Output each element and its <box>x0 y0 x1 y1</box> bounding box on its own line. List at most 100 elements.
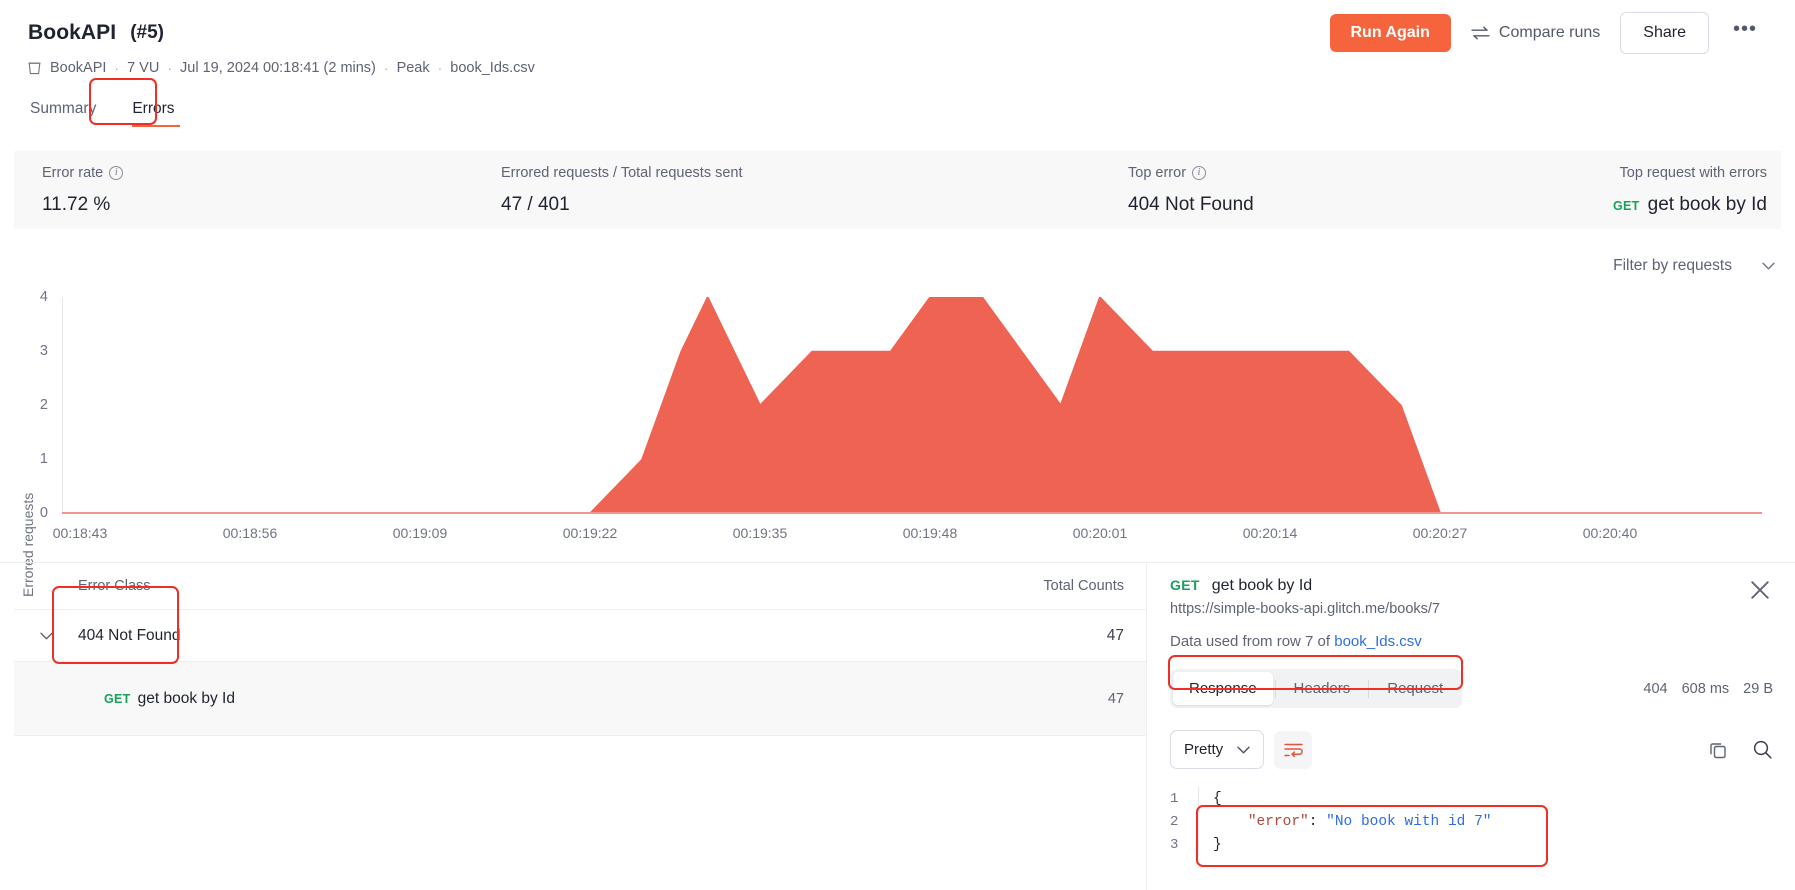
copy-icon[interactable] <box>1708 740 1728 760</box>
code-toolbar: Pretty <box>1170 730 1773 769</box>
meta-project: BookAPI <box>50 60 107 76</box>
format-select-value: Pretty <box>1184 741 1224 758</box>
meta-sep-2: · <box>167 60 173 76</box>
chart-y-tick: 0 <box>39 505 48 521</box>
tab-active-underline <box>132 124 181 127</box>
stat-error-rate-label-row: Error rate i <box>42 164 124 181</box>
page-header: BookAPI (#5) Run Again Compare runs Shar… <box>0 0 1795 128</box>
chart-x-tick: 00:20:14 <box>1242 525 1298 541</box>
detail-tab-row: Response Headers Request 404 608 ms 29 B <box>1170 669 1773 708</box>
format-select[interactable]: Pretty <box>1170 730 1265 769</box>
detail-request-url: https://simple-books-api.glitch.me/books… <box>1170 601 1440 617</box>
chart-x-tick: 00:19:22 <box>562 525 618 541</box>
table-row[interactable]: 404 Not Found 47 <box>14 610 1146 662</box>
stat-errored-requests: Errored requests / Total requests sent 4… <box>487 165 743 216</box>
meta-timestamp: Jul 19, 2024 00:18:41 (2 mins) <box>180 60 376 76</box>
chart-y-tick: 4 <box>39 289 48 305</box>
filter-by-requests-label: Filter by requests <box>1613 257 1732 274</box>
chart-plot-area: Errored requests 4 3 2 1 0 00:18:43 00:1… <box>0 289 1795 597</box>
request-detail-pane: GET get book by Id https://simple-books-… <box>1146 563 1795 890</box>
info-icon[interactable]: i <box>1192 165 1207 180</box>
tab-separator <box>1274 679 1276 698</box>
chevron-down-icon <box>1237 746 1250 754</box>
wrap-lines-icon[interactable] <box>1274 730 1313 769</box>
code-line: 2 "error" : "No book with id 7" <box>1170 810 1773 833</box>
code-gutter <box>1198 833 1199 856</box>
compare-runs-label: Compare runs <box>1498 24 1601 41</box>
close-icon[interactable] <box>1747 577 1773 603</box>
run-again-button[interactable]: Run Again <box>1329 14 1451 52</box>
tab-response[interactable]: Response <box>1173 672 1273 705</box>
tab-headers[interactable]: Headers <box>1278 672 1367 705</box>
code-gutter <box>1198 787 1199 810</box>
column-header-error-class: Error Class <box>78 578 151 594</box>
bottom-section: Error Class Total Counts 404 Not Found 4… <box>0 562 1795 890</box>
error-class-name: 404 Not Found <box>78 626 181 644</box>
meta-profile: Peak <box>396 60 430 76</box>
meta-sep-1: · <box>114 60 120 76</box>
title-row: BookAPI (#5) Run Again Compare runs Shar… <box>28 12 1767 54</box>
detail-request-name: get book by Id <box>1211 577 1313 594</box>
trash-icon <box>28 61 43 75</box>
info-icon[interactable]: i <box>109 165 124 180</box>
stat-top-request: Top request with errors GET get book by … <box>1613 165 1767 216</box>
error-class-count: 47 <box>1106 626 1124 644</box>
tab-errors[interactable]: Errors <box>130 96 184 128</box>
response-status: 404 <box>1643 680 1668 697</box>
list-item[interactable]: GET get book by Id 47 <box>14 662 1146 736</box>
stat-top-error-label: Top error <box>1128 164 1187 181</box>
table-header-row: Error Class Total Counts <box>14 563 1146 610</box>
detail-tabs: Response Headers Request <box>1170 669 1463 708</box>
chart-x-tick: 00:19:35 <box>732 525 788 541</box>
detail-title: GET get book by Id <box>1170 577 1440 595</box>
share-button[interactable]: Share <box>1620 12 1709 54</box>
more-options-button[interactable]: ••• <box>1723 12 1767 55</box>
meta-sep-3: · <box>383 60 389 76</box>
page-title: BookAPI <box>28 21 117 44</box>
chart-y-tick: 3 <box>39 343 48 359</box>
data-source-file-link[interactable]: book_Ids.csv <box>1334 633 1422 650</box>
expand-row-button[interactable] <box>14 632 78 640</box>
stat-error-rate: Error rate i 11.72 % <box>28 164 124 216</box>
response-size: 29 B <box>1743 680 1773 697</box>
chevron-down-icon <box>1762 262 1775 270</box>
detail-header: GET get book by Id https://simple-books-… <box>1170 577 1773 617</box>
chart-x-tick: 00:18:43 <box>52 525 108 541</box>
stat-error-rate-value: 11.72 % <box>42 193 111 215</box>
compare-runs-icon <box>1471 26 1490 40</box>
chart-x-tick: 00:19:09 <box>392 525 448 541</box>
code-token-value: "No book with id 7" <box>1326 813 1492 830</box>
tab-bar: Summary Errors <box>28 94 1767 128</box>
chart-y-tick: 2 <box>39 397 48 413</box>
response-meta: 404 608 ms 29 B <box>1643 681 1773 697</box>
stat-top-request-value: get book by Id <box>1647 193 1767 215</box>
search-icon[interactable] <box>1752 739 1773 760</box>
chevron-down-icon <box>39 632 53 640</box>
stat-error-rate-label: Error rate <box>42 164 104 181</box>
stats-strip: Error rate i 11.72 % Errored requests / … <box>14 151 1781 229</box>
data-source-row: Data used from row 7 of book_Ids.csv <box>1170 633 1773 650</box>
stat-errored-requests-label-row: Errored requests / Total requests sent <box>501 165 743 181</box>
run-meta: BookAPI · 7 VU · Jul 19, 2024 00:18:41 (… <box>28 60 1767 76</box>
compare-runs-button[interactable]: Compare runs <box>1465 14 1606 52</box>
stat-top-request-value-row: GET get book by Id <box>1613 194 1767 216</box>
http-verb-badge: GET <box>1170 577 1200 593</box>
code-line-content <box>1213 814 1248 830</box>
meta-vu: 7 VU <box>127 60 160 76</box>
response-duration: 608 ms <box>1681 680 1730 697</box>
chart-x-tick: 00:18:56 <box>222 525 278 541</box>
response-code-block[interactable]: 1 { 2 "error" : "No book with id 7" 3 } <box>1170 787 1773 856</box>
code-line: 1 { <box>1170 787 1773 810</box>
run-number: (#5) <box>130 22 165 43</box>
error-report-page: BookAPI (#5) Run Again Compare runs Shar… <box>0 0 1795 890</box>
meta-sep-4: · <box>437 60 443 76</box>
tab-summary[interactable]: Summary <box>28 96 106 128</box>
column-header-total-counts: Total Counts <box>1043 578 1124 594</box>
header-actions: Run Again Compare runs Share ••• <box>1329 12 1768 55</box>
tab-request[interactable]: Request <box>1371 672 1459 705</box>
stat-errored-requests-value: 47 / 401 <box>501 193 570 215</box>
stat-errored-requests-label: Errored requests / Total requests sent <box>501 164 743 181</box>
code-gutter <box>1198 810 1199 833</box>
stat-top-error-value: 404 Not Found <box>1128 193 1254 215</box>
filter-by-requests-dropdown[interactable]: Filter by requests <box>1613 257 1775 275</box>
